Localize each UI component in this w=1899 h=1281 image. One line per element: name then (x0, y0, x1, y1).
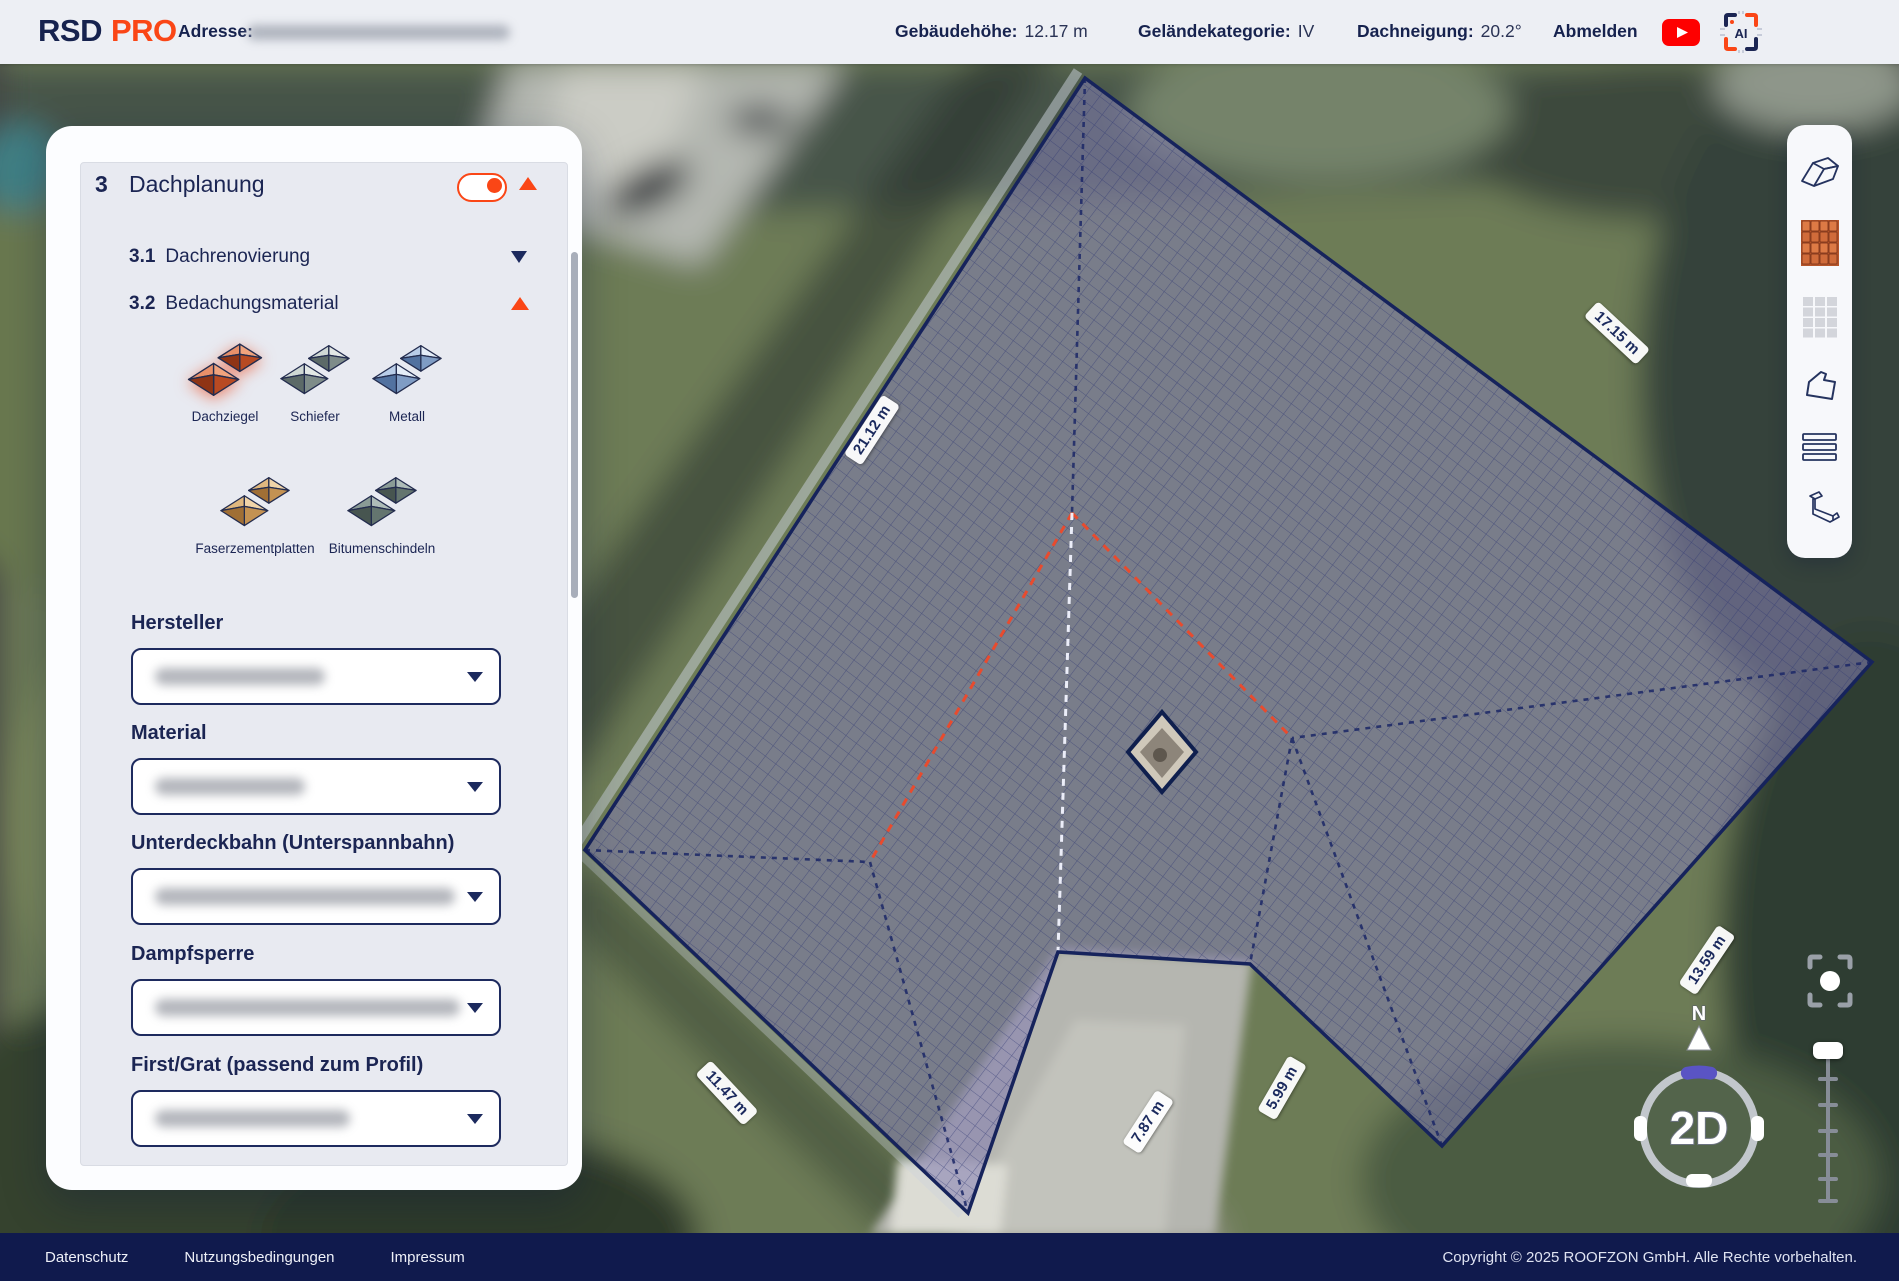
logo-rsd: RSD (38, 13, 102, 48)
logo-pro: PRO (111, 13, 177, 48)
subsection-title: Dachrenovierung (165, 246, 310, 267)
chevron-down-icon (467, 672, 483, 682)
chevron-up-icon[interactable] (511, 297, 529, 310)
stat-label: Gebäudehöhe: (895, 21, 1018, 41)
subsection-bedachungsmaterial[interactable]: 3.2 Bedachungsmaterial (129, 293, 339, 315)
redacted-value (155, 999, 460, 1016)
subsection-number: 3.1 (129, 246, 155, 267)
roof-tiles-icon[interactable] (1801, 220, 1839, 266)
footer-link-datenschutz[interactable]: Datenschutz (45, 1249, 128, 1266)
subsection-number: 3.2 (129, 293, 155, 314)
section-title: Dachplanung (129, 171, 265, 198)
material-select[interactable] (131, 758, 501, 815)
chevron-down-icon (467, 1003, 483, 1013)
material-label: Bitumenschindeln (314, 541, 450, 556)
footer-bar: Datenschutz Nutzungsbedingungen Impressu… (0, 1233, 1899, 1281)
center-focus-icon[interactable] (1804, 951, 1856, 1011)
redacted-value (155, 1110, 350, 1127)
chevron-down-icon (467, 892, 483, 902)
footer-link-impressum[interactable]: Impressum (391, 1249, 465, 1266)
address-label: Adresse: (178, 21, 253, 42)
redacted-value (155, 668, 325, 685)
youtube-icon[interactable] (1662, 19, 1700, 46)
first-grat-select[interactable] (131, 1090, 501, 1147)
redacted-value (155, 888, 455, 905)
roof-wireframe-icon[interactable] (1799, 155, 1841, 191)
dampfsperre-select[interactable] (131, 979, 501, 1036)
north-arrow-icon (1687, 1026, 1711, 1050)
zoom-slider[interactable] (1810, 1040, 1846, 1208)
stat-value: 20.2° (1481, 21, 1522, 41)
hersteller-select[interactable] (131, 648, 501, 705)
grid-icon[interactable] (1802, 296, 1838, 338)
panel-scrollbar[interactable] (571, 252, 578, 598)
svg-text:AI: AI (1735, 26, 1748, 41)
material-bitumenschindeln[interactable]: Bitumenschindeln (314, 467, 450, 556)
chevron-down-icon (467, 782, 483, 792)
material-label: Faserzementplatten (187, 541, 323, 556)
subsection-dachrenovierung[interactable]: 3.1 Dachrenovierung (129, 246, 310, 268)
unterdeckbahn-select[interactable] (131, 868, 501, 925)
panel-content: 3 Dachplanung 3.1 Dachrenovierung 3.2 Beda… (80, 162, 568, 1166)
stat-label: Geländekategorie: (1138, 21, 1291, 41)
ai-logo-icon[interactable]: AI (1718, 9, 1764, 55)
stat-value: 12.17 m (1025, 21, 1088, 41)
collapse-section-icon[interactable] (519, 177, 537, 190)
logout-button[interactable]: Abmelden (1553, 21, 1638, 42)
polygon-outline-icon[interactable] (1801, 367, 1839, 403)
material-faserzementplatten[interactable]: Faserzementplatten (187, 467, 323, 556)
copyright-text: Copyright © 2025 ROOFZON GmbH. Alle Rech… (1442, 1249, 1857, 1266)
layers-bars-icon[interactable] (1802, 433, 1838, 461)
app-logo: RSD PRO (38, 13, 177, 49)
gutter-icon[interactable] (1800, 490, 1840, 528)
north-label: N (1692, 1003, 1706, 1025)
planning-panel: 3 Dachplanung 3.1 Dachrenovierung 3.2 Beda… (46, 126, 582, 1190)
material-metall[interactable]: Metall (352, 335, 462, 424)
section-number: 3 (95, 171, 108, 198)
field-label: Unterdeckbahn (Unterspannbahn) (131, 832, 454, 855)
field-label: Material (131, 722, 207, 745)
field-label: First/Grat (passend zum Profil) (131, 1054, 423, 1077)
footer-link-nutzungsbedingungen[interactable]: Nutzungsbedingungen (184, 1249, 334, 1266)
compass-2d-control[interactable]: N 2D (1628, 998, 1778, 1203)
subsection-title: Bedachungsmaterial (165, 293, 338, 314)
field-label: Hersteller (131, 612, 223, 635)
dachplanung-toggle[interactable] (457, 173, 507, 202)
toggle-knob (487, 178, 502, 193)
map-toolbar (1787, 125, 1852, 558)
stat-value: IV (1298, 21, 1315, 41)
app-window: 17.15 m 21.12 m 13.59 m 11.47 m 7.87 m 5… (0, 0, 1899, 1281)
terrain-category-stat: Geländekategorie: IV (1138, 21, 1314, 42)
roof-pitch-stat: Dachneigung: 20.2° (1357, 21, 1522, 42)
stat-label: Dachneigung: (1357, 21, 1474, 41)
top-bar: RSD PRO Adresse: Gebäudehöhe: 12.17 m Gelä… (0, 0, 1899, 64)
slider-handle[interactable] (1813, 1042, 1843, 1059)
redacted-value (155, 778, 305, 795)
chevron-down-icon (467, 1114, 483, 1124)
chevron-down-icon[interactable] (511, 251, 527, 263)
address-value-redacted (247, 25, 510, 40)
mode-2d-label: 2D (1670, 1102, 1729, 1154)
field-label: Dampfsperre (131, 943, 254, 966)
material-label: Metall (352, 409, 462, 424)
building-height-stat: Gebäudehöhe: 12.17 m (895, 21, 1088, 42)
